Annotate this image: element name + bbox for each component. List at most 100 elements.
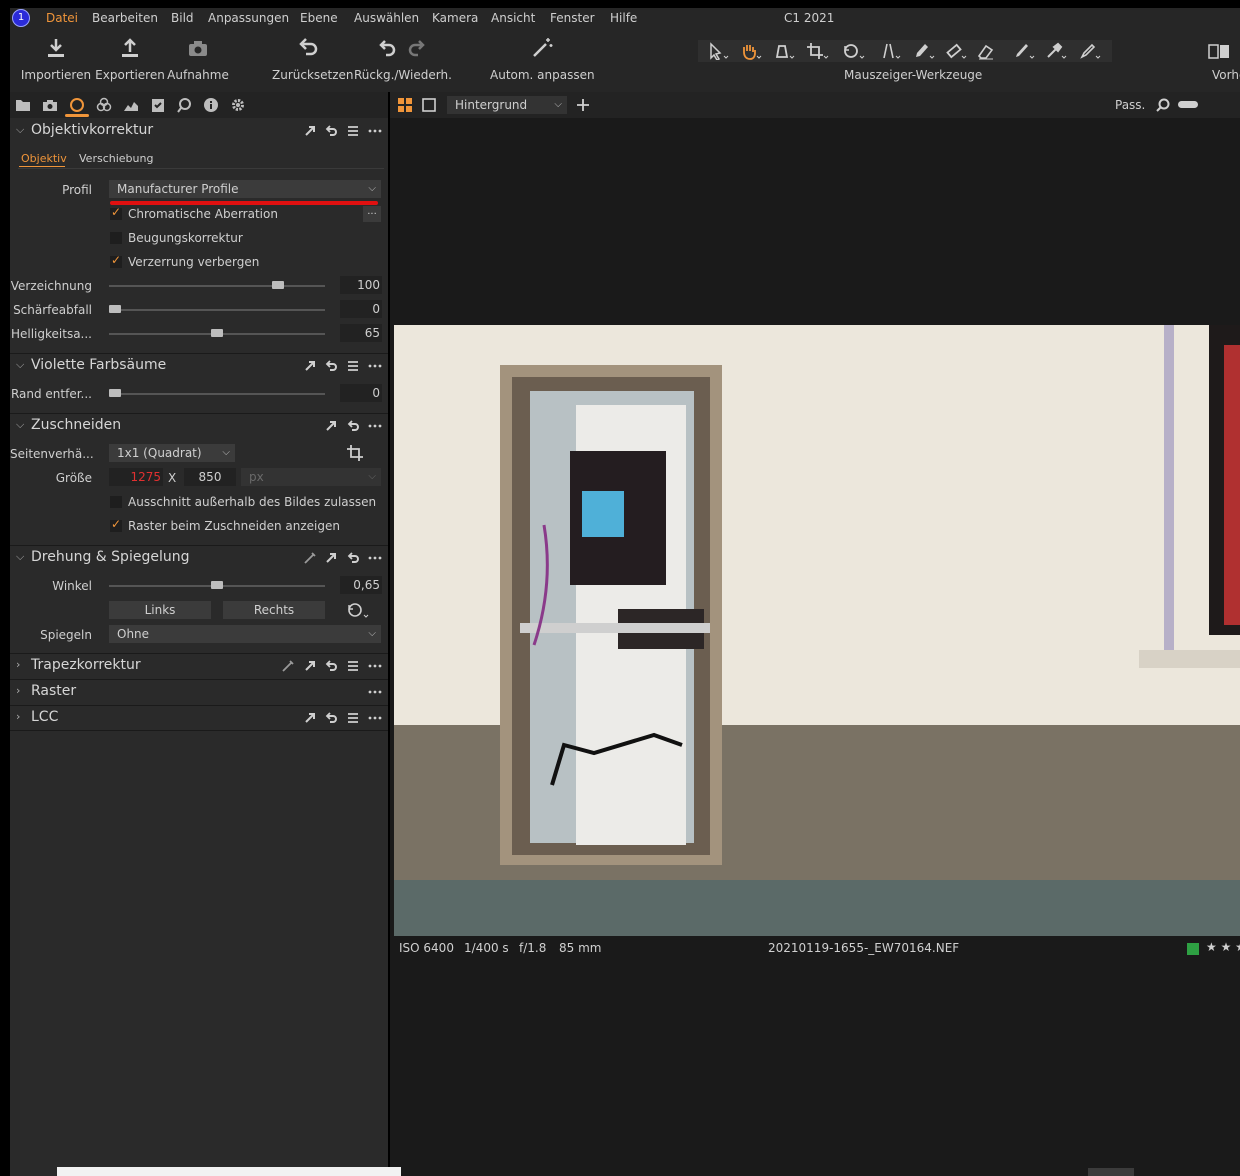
chevron-down-icon[interactable]: ⌵ <box>16 550 24 564</box>
color-tab-icon[interactable] <box>96 97 112 113</box>
rotation-header[interactable]: ⌵ Drehung & Spiegelung <box>10 545 388 570</box>
chevron-down-icon[interactable]: ⌵ <box>16 418 24 432</box>
reset-section-icon[interactable] <box>324 359 338 373</box>
reset-button[interactable]: Zurücksetzen <box>272 36 354 82</box>
more-options-icon[interactable] <box>368 551 382 565</box>
presets-menu-icon[interactable] <box>346 124 360 138</box>
adjustments-tab-icon[interactable] <box>150 97 166 113</box>
menu-hilfe[interactable]: Hilfe <box>610 11 637 25</box>
chevron-right-icon[interactable]: › <box>16 710 20 723</box>
annotation-pen-icon[interactable] <box>1078 42 1102 60</box>
chevron-right-icon[interactable]: › <box>16 658 20 671</box>
diffraction-checkbox[interactable] <box>110 232 122 244</box>
presets-menu-icon[interactable] <box>346 711 360 725</box>
select-arrow-icon[interactable] <box>706 42 730 60</box>
scroll-thumb[interactable] <box>1088 1168 1134 1176</box>
horizontal-scrollbar[interactable] <box>57 1167 401 1176</box>
search-tab-icon[interactable] <box>176 97 192 113</box>
folder-icon[interactable] <box>15 97 31 113</box>
grid-view-icon[interactable] <box>398 98 412 112</box>
expand-icon[interactable] <box>303 359 317 373</box>
capture-button[interactable]: Aufnahme <box>166 36 230 82</box>
expand-icon[interactable] <box>303 711 317 725</box>
crop-header[interactable]: ⌵ Zuschneiden <box>10 413 388 438</box>
flip-dropdown[interactable]: Ohne ⌵ <box>109 625 381 643</box>
rotate-right-button[interactable]: Rechts <box>223 601 325 619</box>
more-button[interactable]: ... <box>363 206 381 222</box>
camera-tab-icon[interactable] <box>42 97 58 113</box>
rotate-left-button[interactable]: Links <box>109 601 211 619</box>
zoom-icon[interactable] <box>1156 98 1170 112</box>
picker-tool-icon[interactable] <box>303 551 317 565</box>
menu-auswaehlen[interactable]: Auswählen <box>354 11 419 25</box>
reset-section-icon[interactable] <box>346 551 360 565</box>
presets-menu-icon[interactable] <box>346 359 360 373</box>
falloff-slider[interactable] <box>109 309 325 311</box>
reset-section-icon[interactable] <box>324 711 338 725</box>
reset-section-icon[interactable] <box>324 659 338 673</box>
rotate-free-icon[interactable] <box>346 601 370 619</box>
fringe-slider[interactable] <box>109 393 325 395</box>
grid-header[interactable]: › Raster <box>10 679 388 704</box>
falloff-slider-knob[interactable] <box>109 305 121 313</box>
lcc-header[interactable]: › LCC <box>10 705 388 731</box>
layer-dropdown[interactable]: Hintergrund ⌵ <box>447 96 567 114</box>
photo-preview[interactable] <box>394 325 1240 936</box>
menu-bearbeiten[interactable]: Bearbeiten <box>92 11 158 25</box>
menu-ebene[interactable]: Ebene <box>300 11 338 25</box>
add-layer-icon[interactable] <box>576 98 590 112</box>
picker-tool-icon[interactable] <box>281 659 295 673</box>
light-falloff-slider-knob[interactable] <box>211 329 223 337</box>
crop-height-input[interactable]: 850 <box>184 468 236 486</box>
zoom-slider[interactable] <box>1178 101 1198 108</box>
single-view-icon[interactable] <box>422 98 436 112</box>
loupe-icon[interactable] <box>772 42 796 60</box>
distortion-value[interactable]: 100 <box>340 276 382 294</box>
chromatic-aberration-checkbox[interactable] <box>110 205 122 220</box>
heal-brush-icon[interactable] <box>944 42 968 60</box>
menu-kamera[interactable]: Kamera <box>432 11 478 25</box>
crop-width-input[interactable]: 1275 <box>109 468 163 486</box>
crop-tool-icon[interactable] <box>806 42 830 60</box>
tab-verschiebung[interactable]: Verschiebung <box>79 152 153 165</box>
pen-icon[interactable] <box>1012 42 1036 60</box>
preview-icon[interactable] <box>1208 42 1230 60</box>
auto-adjust-button[interactable]: Autom. anpassen <box>490 36 595 82</box>
reset-section-icon[interactable] <box>324 124 338 138</box>
more-options-icon[interactable] <box>368 685 382 699</box>
keystone-tool-icon[interactable] <box>878 42 902 60</box>
keystone-header[interactable]: › Trapezkorrektur <box>10 653 388 678</box>
distortion-slider[interactable] <box>109 285 325 287</box>
unit-dropdown[interactable]: px ⌵ <box>241 468 381 486</box>
crop-icon[interactable] <box>346 444 364 462</box>
fringe-slider-knob[interactable] <box>109 389 121 397</box>
more-options-icon[interactable] <box>368 359 382 373</box>
chevron-down-icon[interactable]: ⌵ <box>16 358 24 372</box>
more-options-icon[interactable] <box>368 659 382 673</box>
lens-correction-header[interactable]: ⌵ Objektivkorrektur <box>10 119 388 143</box>
distortion-slider-knob[interactable] <box>272 281 285 289</box>
menu-ansicht[interactable]: Ansicht <box>491 11 535 25</box>
angle-value[interactable]: 0,65 <box>340 576 382 594</box>
export-button[interactable]: Exportieren <box>94 36 166 82</box>
more-options-icon[interactable] <box>368 711 382 725</box>
reset-section-icon[interactable] <box>346 419 360 433</box>
falloff-value[interactable]: 0 <box>340 300 382 318</box>
chevron-down-icon[interactable]: ⌵ <box>16 123 24 137</box>
color-tag[interactable] <box>1187 943 1199 955</box>
undo-redo-button[interactable]: Rückg./Wiederh. <box>354 36 452 82</box>
menu-bild[interactable]: Bild <box>171 11 194 25</box>
more-options-icon[interactable] <box>368 124 382 138</box>
lens-tab-icon[interactable] <box>69 97 85 113</box>
menu-anpassungen[interactable]: Anpassungen <box>208 11 289 25</box>
angle-slider-knob[interactable] <box>211 581 223 589</box>
tab-objektiv[interactable]: Objektiv <box>21 152 67 165</box>
menu-fenster[interactable]: Fenster <box>550 11 595 25</box>
light-falloff-value[interactable]: 65 <box>340 324 382 342</box>
info-tab-icon[interactable] <box>203 97 219 113</box>
presets-menu-icon[interactable] <box>346 659 360 673</box>
menu-datei[interactable]: Datei <box>46 11 78 25</box>
show-grid-checkbox[interactable] <box>110 517 122 532</box>
exposure-tab-icon[interactable] <box>123 97 139 113</box>
expand-icon[interactable] <box>303 659 317 673</box>
